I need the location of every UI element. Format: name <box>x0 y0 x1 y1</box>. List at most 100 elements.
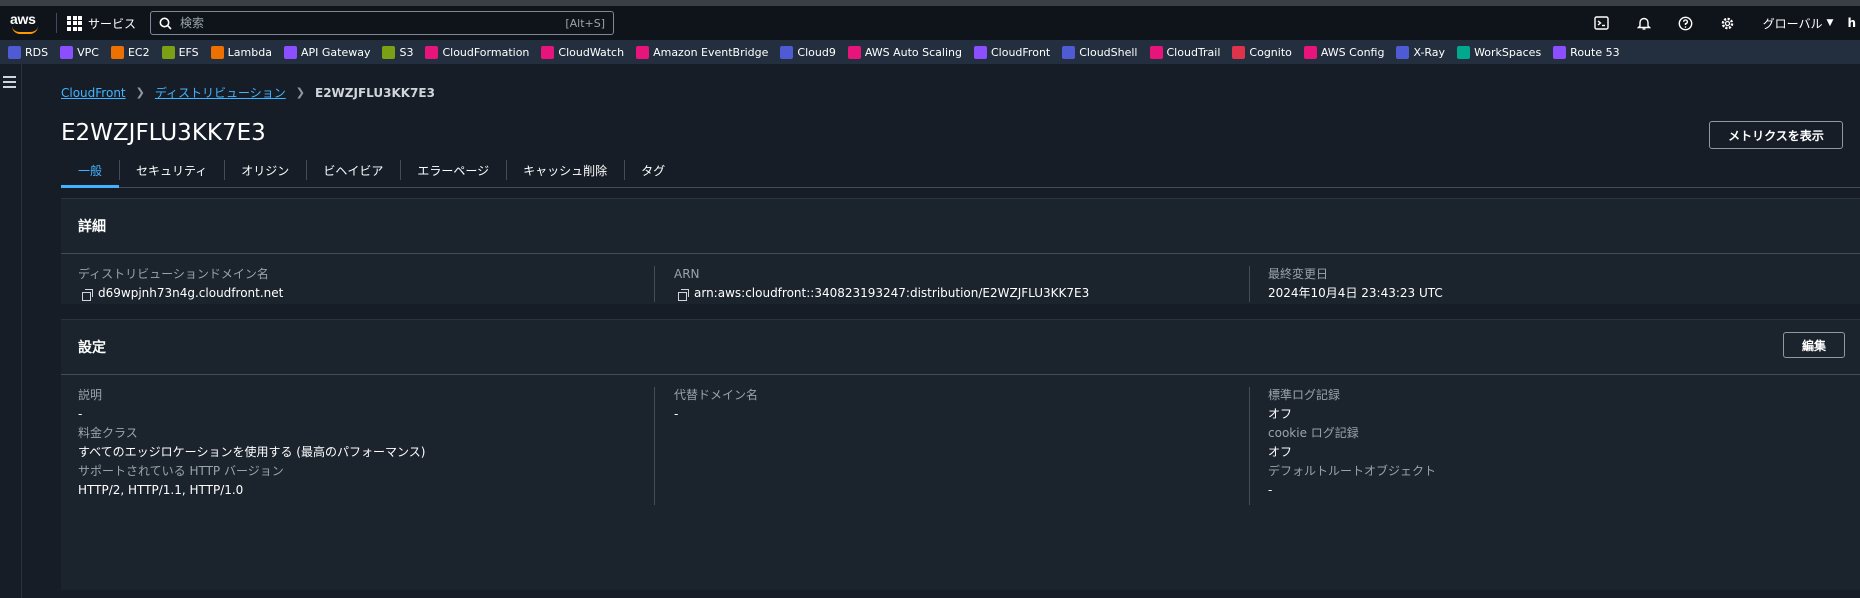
service-icon <box>780 45 794 59</box>
service-icon <box>973 45 987 59</box>
favorite-vpc[interactable]: VPC <box>60 45 111 59</box>
service-icon <box>382 45 396 59</box>
favorite-label: AWS Auto Scaling <box>864 45 962 59</box>
notifications-button[interactable] <box>1623 6 1665 40</box>
top-navigation: aws サービス [Alt+S] <box>0 6 1860 40</box>
tab-5[interactable]: キャッシュ削除 <box>506 153 624 187</box>
service-icon <box>1232 45 1246 59</box>
favorite-efs[interactable]: EFS <box>161 45 211 59</box>
bell-icon <box>1636 17 1651 30</box>
favorite-cloudwatch[interactable]: CloudWatch <box>541 45 636 59</box>
favorite-lambda[interactable]: Lambda <box>210 45 284 59</box>
service-icon <box>283 45 297 59</box>
tab-1[interactable]: セキュリティ <box>119 153 224 187</box>
settings-column-domains: 代替ドメイン名 - <box>674 387 758 425</box>
main-content: CloudFront ❯ ディストリビューション ❯ E2WZJFLU3KK7E… <box>22 64 1860 598</box>
favorite-cloudformation[interactable]: CloudFormation <box>425 45 541 59</box>
caret-down-icon: ▼ <box>1826 18 1834 28</box>
default-root-object-label: デフォルトルートオブジェクト <box>1268 464 1437 478</box>
copy-icon[interactable] <box>678 288 689 301</box>
service-icon <box>60 45 74 59</box>
favorite-route-53[interactable]: Route 53 <box>1553 45 1631 59</box>
service-icon <box>541 45 555 59</box>
favorite-label: VPC <box>77 45 99 59</box>
alt-domain-value: - <box>674 407 679 421</box>
favorite-x-ray[interactable]: X-Ray <box>1396 45 1457 59</box>
service-icon <box>210 45 224 59</box>
favorite-label: CloudFormation <box>442 45 530 59</box>
favorite-label: X-Ray <box>1413 45 1446 59</box>
domain-value: d69wpjnh73n4g.cloudfront.net <box>98 286 284 300</box>
settings-heading: 設定 <box>61 320 1860 375</box>
domain-value-row: d69wpjnh73n4g.cloudfront.net <box>78 283 283 304</box>
standard-logging-label: 標準ログ記録 <box>1268 388 1341 402</box>
search-icon <box>159 17 172 30</box>
service-icon <box>425 45 439 59</box>
details-heading: 詳細 <box>61 199 1860 254</box>
favorite-aws-config[interactable]: AWS Config <box>1303 45 1397 59</box>
tab-2[interactable]: オリジン <box>224 153 306 187</box>
arn-field: ARN arn:aws:cloudfront::340823193247:dis… <box>674 266 1089 304</box>
column-divider <box>654 266 655 302</box>
favorite-label: API Gateway <box>300 45 371 59</box>
menu-icon[interactable] <box>3 76 16 91</box>
favorite-cloud9[interactable]: Cloud9 <box>780 45 847 59</box>
favorite-cognito[interactable]: Cognito <box>1232 45 1303 59</box>
search-input[interactable] <box>180 16 558 30</box>
favorite-label: RDS <box>25 45 49 59</box>
tab-6[interactable]: タグ <box>624 153 682 187</box>
services-label: サービス <box>88 16 137 31</box>
favorite-label: EFS <box>178 45 199 59</box>
favorite-amazon-eventbridge[interactable]: Amazon EventBridge <box>636 45 780 59</box>
service-icon <box>8 45 21 59</box>
favorite-aws-auto-scaling[interactable]: AWS Auto Scaling <box>847 45 974 59</box>
favorite-rds[interactable]: RDS <box>8 45 60 59</box>
description-value: - <box>78 407 83 421</box>
favorite-cloudfront[interactable]: CloudFront <box>973 45 1062 59</box>
breadcrumb-distributions[interactable]: ディストリビューション <box>155 84 286 101</box>
service-icon <box>847 45 861 59</box>
view-metrics-button[interactable]: メトリクスを表示 <box>1709 121 1843 149</box>
favorite-s3[interactable]: S3 <box>382 45 425 59</box>
favorite-label: Lambda <box>227 45 272 59</box>
standard-logging-value: オフ <box>1268 407 1293 421</box>
chevron-right-icon: ❯ <box>135 86 145 99</box>
tab-3[interactable]: ビヘイビア <box>306 153 400 187</box>
edit-button[interactable]: 編集 <box>1783 332 1845 358</box>
favorite-ec2[interactable]: EC2 <box>110 45 162 59</box>
cookie-logging-label: cookie ログ記録 <box>1268 426 1359 440</box>
page-title: E2WZJFLU3KK7E3 <box>61 120 266 146</box>
column-divider <box>1249 387 1250 505</box>
service-icon <box>1303 45 1317 59</box>
service-icon <box>1553 45 1567 59</box>
side-navigation <box>0 64 22 598</box>
terminal-icon <box>1594 16 1609 30</box>
favorite-workspaces[interactable]: WorkSpaces <box>1457 45 1553 59</box>
favorites-bar: RDS VPC EC2 EFS Lambda API Gateway S3 CloudForm… <box>0 40 1860 64</box>
favorite-api-gateway[interactable]: API Gateway <box>283 45 383 59</box>
settings-button[interactable] <box>1707 6 1749 40</box>
aws-logo[interactable]: aws <box>6 10 50 36</box>
search-box[interactable]: [Alt+S] <box>150 11 615 35</box>
region-selector[interactable]: グローバル ▼ <box>1749 15 1848 32</box>
last-modified-field: 最終変更日 2024年10月4日 23:43:23 UTC <box>1268 266 1443 304</box>
services-menu-button[interactable]: サービス <box>67 15 136 32</box>
favorite-label: CloudTrail <box>1166 45 1221 59</box>
tab-4[interactable]: エラーページ <box>400 153 506 187</box>
tab-0[interactable]: 一般 <box>61 153 120 188</box>
favorite-label: Amazon EventBridge <box>653 45 769 59</box>
favorite-label: EC2 <box>127 45 150 59</box>
favorite-cloudshell[interactable]: CloudShell <box>1062 45 1149 59</box>
account-menu[interactable]: h <box>1847 16 1860 30</box>
gear-icon <box>1721 17 1734 29</box>
search-shortcut-hint: [Alt+S] <box>565 16 606 30</box>
favorite-cloudtrail[interactable]: CloudTrail <box>1149 45 1233 59</box>
price-class-value: すべてのエッジロケーションを使用する (最高のパフォーマンス) <box>78 445 426 459</box>
breadcrumb-cloudfront[interactable]: CloudFront <box>61 86 126 100</box>
service-icon <box>1062 45 1076 59</box>
favorite-label: WorkSpaces <box>1474 45 1542 59</box>
help-button[interactable] <box>1665 6 1707 40</box>
cloudshell-button[interactable] <box>1581 6 1623 40</box>
chevron-right-icon: ❯ <box>295 86 305 99</box>
copy-icon[interactable] <box>82 288 93 301</box>
